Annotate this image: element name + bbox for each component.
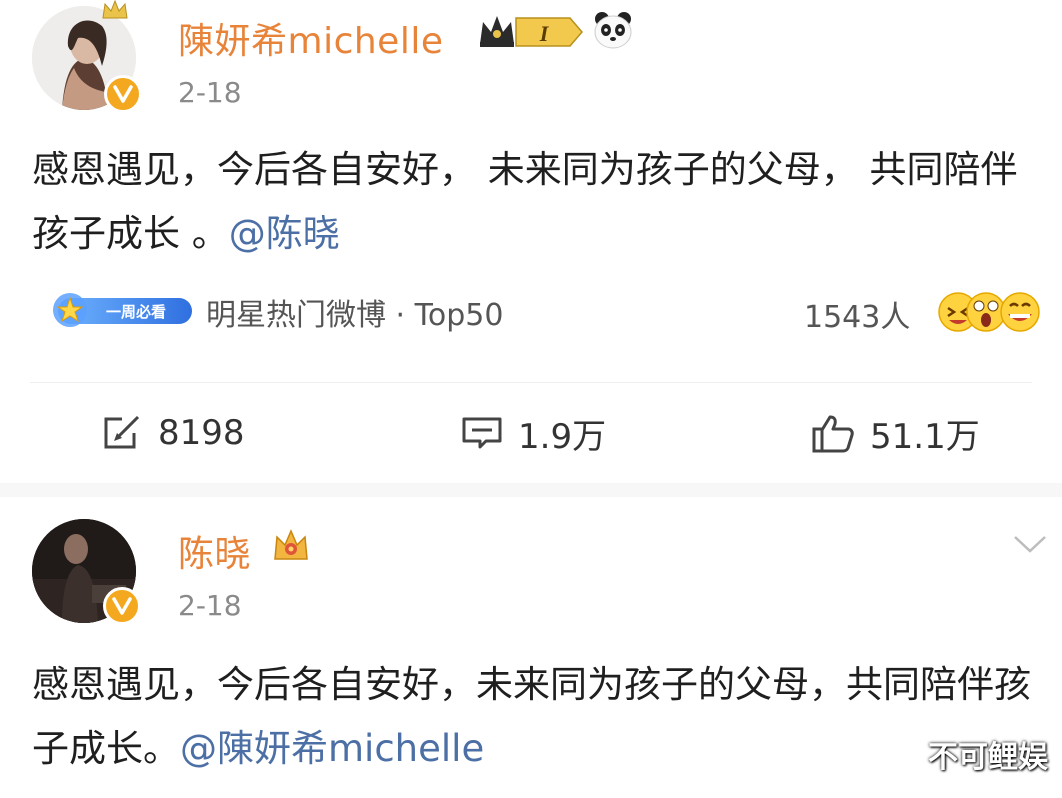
share-button[interactable]: 8198 [100, 408, 245, 458]
username-text[interactable]: 陈晓 [178, 534, 251, 575]
username-text[interactable]: 陳妍希michelle [178, 21, 443, 62]
post-content: 感恩遇见，今后各自安好，未来同为孩子的父母，共同陪伴孩子成长。@陳妍希miche… [32, 653, 1042, 781]
weekly-must-see-badge-icon: 一周必看 [53, 293, 192, 327]
hot-topic-row[interactable]: 一周必看 明星热门微博 · Top50 1543人 [44, 282, 1040, 338]
username[interactable]: 陳妍希michelle [178, 12, 443, 64]
topic-text[interactable]: 明星热门微博 · Top50 [206, 290, 503, 334]
comment-icon [462, 417, 502, 449]
pill-label: 一周必看 [106, 303, 166, 321]
divider [30, 382, 1032, 383]
crown-icon [480, 16, 514, 47]
post-date: 2-18 [178, 76, 242, 109]
watermark: 不可鲤娱 [928, 740, 1048, 775]
like-count: 51.1万 [870, 416, 980, 457]
comment-button[interactable]: 1.9万 [460, 408, 606, 458]
comment-count: 1.9万 [518, 416, 607, 457]
like-button[interactable]: 51.1万 [810, 408, 980, 458]
level-badge-text: I [539, 21, 550, 46]
reaction-emojis-icon [938, 292, 1040, 332]
thumbs-up-icon [812, 415, 854, 453]
panda-icon [594, 12, 632, 49]
post-content: 感恩遇见，今后各自安好， 未来同为孩子的父母， 共同陪伴孩子成长 。@陈晓 [32, 138, 1042, 266]
crown-badge-icon [274, 529, 308, 560]
post-text: 感恩遇见，今后各自安好， 未来同为孩子的父母， 共同陪伴孩子成长 。 [32, 148, 1018, 255]
participant-count: 1543人 [804, 300, 911, 335]
mention-link[interactable]: @陳妍希michelle [180, 727, 484, 770]
username[interactable]: 陈晓 [178, 525, 251, 577]
level-badge-icon: I [515, 17, 583, 47]
share-count: 8198 [158, 413, 245, 453]
mention-link[interactable]: @陈晓 [229, 212, 340, 255]
chevron-down-icon[interactable] [1012, 533, 1048, 555]
weibo-post-2: 陈晓 2-18 感恩遇见，今后各自安好，未来同为孩子的父母，共同陪伴孩子成长。@… [0, 497, 1062, 798]
crown-decoration-icon [102, 0, 128, 19]
verified-badge-icon [104, 75, 142, 113]
post-date: 2-18 [178, 589, 242, 622]
weibo-post-1: 陳妍希michelle I 2-18 感恩遇见，今后各自安好， 未来同为孩子的父… [0, 0, 1062, 483]
share-icon [104, 415, 140, 449]
verified-badge-icon [103, 587, 141, 625]
